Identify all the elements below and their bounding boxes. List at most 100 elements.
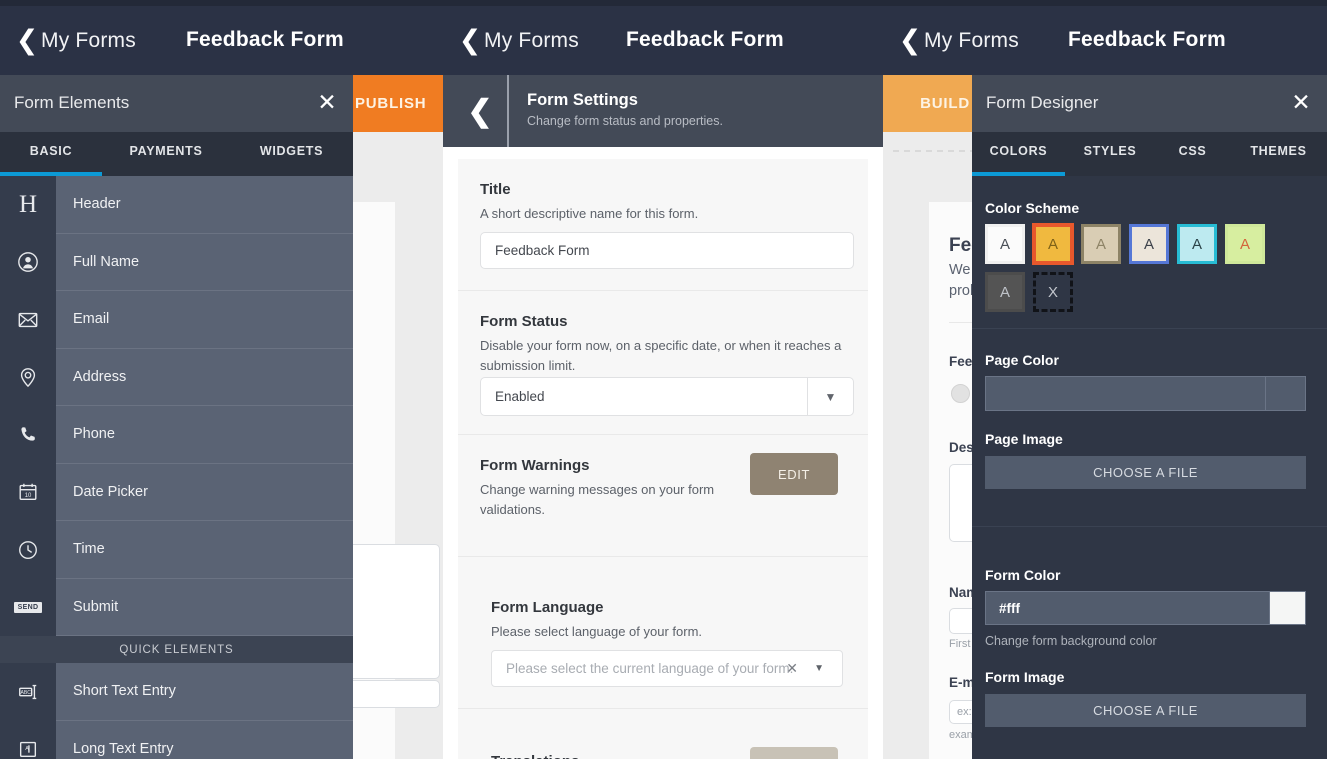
tab-colors[interactable]: COLORS: [972, 144, 1065, 158]
list-item-label: Phone: [56, 406, 353, 464]
color-scheme-swatch-row-2[interactable]: A X: [985, 272, 1073, 312]
form-settings-body[interactable]: Title A short descriptive name for this …: [443, 147, 883, 759]
form-elements-list[interactable]: H Header Full Name Email Address Phone 1…: [0, 176, 353, 759]
page-title: Feedback Form: [186, 28, 344, 51]
form-designer-title: Form Designer: [986, 93, 1099, 112]
edit-translations-button[interactable]: EDIT: [750, 747, 838, 759]
card-heading: Form Warnings: [480, 457, 590, 474]
list-item-full-name[interactable]: Full Name: [0, 233, 353, 291]
form-title-input[interactable]: Feedback Form: [480, 232, 854, 269]
form-status-select[interactable]: Enabled ▼: [480, 377, 854, 416]
appbar-left: ❮ My Forms Feedback Form: [0, 6, 443, 75]
chevron-left-icon[interactable]: ❮: [457, 25, 483, 55]
list-item-label: Date Picker: [56, 463, 353, 521]
list-item-short-text-entry[interactable]: ABC Short Text Entry: [0, 663, 353, 721]
form-color-field-group[interactable]: #fff: [985, 591, 1306, 625]
swatch-green[interactable]: A: [1225, 224, 1265, 264]
pane-form-elements: r s PUBLISH Form Elements ✕ BASIC PAYMEN…: [0, 0, 443, 759]
swatch-cyan[interactable]: A: [1177, 224, 1217, 264]
close-icon[interactable]: ✕: [1289, 91, 1313, 115]
settings-card-status: Form Status Disable your form now, on a …: [458, 291, 868, 435]
preview-desc-line-1: We: [949, 262, 971, 278]
caret-down-icon[interactable]: ▼: [807, 378, 853, 415]
form-settings-title: Form Settings: [527, 91, 638, 109]
edit-warnings-button[interactable]: EDIT: [750, 453, 838, 495]
page-image-choose-button[interactable]: CHOOSE A FILE: [985, 456, 1306, 489]
list-item-label: Header: [56, 176, 353, 234]
page-image-heading: Page Image: [985, 431, 1063, 447]
swatch-orange-selected[interactable]: A: [1033, 224, 1073, 264]
tab-widgets[interactable]: WIDGETS: [230, 144, 353, 158]
form-color-value: #fff: [999, 600, 1020, 616]
pane-form-settings: ❮ Form Settings Change form status and p…: [443, 0, 883, 759]
long-text-icon: A: [0, 720, 56, 759]
svg-text:10: 10: [25, 493, 32, 499]
form-elements-tabbar: BASIC PAYMENTS WIDGETS: [0, 132, 353, 176]
send-button-icon: SEND: [0, 578, 56, 636]
appbar-middle: ❮ My Forms Feedback Form: [443, 6, 883, 75]
tab-themes[interactable]: THEMES: [1230, 144, 1327, 158]
settings-card-warnings: Form Warnings Change warning messages on…: [458, 435, 868, 557]
list-item-header[interactable]: H Header: [0, 176, 353, 234]
form-color-input[interactable]: #fff: [985, 591, 1270, 625]
chevron-left-icon[interactable]: ❮: [14, 25, 40, 55]
list-item-label: Email: [56, 291, 353, 349]
form-designer-body[interactable]: Color Scheme A A A A A A A X Page Color: [972, 176, 1327, 759]
tab-styles[interactable]: STYLES: [1065, 144, 1155, 158]
swatch-tan[interactable]: A: [1081, 224, 1121, 264]
preview-email-placeholder: ex:: [957, 706, 972, 718]
list-item-date-picker[interactable]: 10 Date Picker: [0, 463, 353, 521]
swatch-dark[interactable]: A: [985, 272, 1025, 312]
my-forms-link[interactable]: My Forms: [41, 29, 136, 53]
list-item-email[interactable]: Email: [0, 291, 353, 349]
form-language-select[interactable]: Please select the current language of yo…: [491, 650, 843, 687]
settings-card-title: Title A short descriptive name for this …: [458, 159, 868, 291]
tab-payments[interactable]: PAYMENTS: [102, 144, 230, 158]
screenshot-stage: r s PUBLISH Form Elements ✕ BASIC PAYMEN…: [0, 0, 1327, 759]
card-description: Disable your form now, on a specific dat…: [480, 338, 842, 373]
form-elements-title: Form Elements: [14, 93, 130, 112]
form-color-swatch[interactable]: [1270, 591, 1306, 625]
form-designer-header: Form Designer ✕: [972, 75, 1327, 132]
my-forms-link[interactable]: My Forms: [484, 29, 579, 53]
page-color-swatch[interactable]: [1266, 376, 1306, 411]
preview-radio-option[interactable]: [951, 384, 970, 403]
form-title-input-value: Feedback Form: [495, 243, 590, 258]
list-item-submit[interactable]: SEND Submit: [0, 578, 353, 636]
list-item-label: Address: [56, 348, 353, 406]
card-heading: Title: [480, 181, 511, 198]
card-heading: Form Status: [480, 313, 568, 330]
swatch-white[interactable]: A: [985, 224, 1025, 264]
page-title: Feedback Form: [1068, 28, 1226, 51]
list-item-label: Short Text Entry: [56, 663, 353, 721]
list-item-time[interactable]: Time: [0, 521, 353, 579]
publish-button[interactable]: PUBLISH: [353, 75, 443, 132]
map-pin-icon: [0, 348, 56, 406]
list-item-long-text-entry[interactable]: A Long Text Entry: [0, 720, 353, 759]
build-button[interactable]: BUILD: [883, 75, 973, 132]
form-image-choose-button[interactable]: CHOOSE A FILE: [985, 694, 1306, 727]
short-text-icon: ABC: [0, 663, 56, 721]
tab-css[interactable]: CSS: [1155, 144, 1230, 158]
tab-basic[interactable]: BASIC: [0, 144, 102, 158]
list-item-address[interactable]: Address: [0, 348, 353, 406]
svg-text:ABC: ABC: [21, 690, 32, 696]
preview-label-feedback: Fee: [949, 354, 973, 369]
chevron-left-icon[interactable]: ❮: [897, 25, 923, 55]
page-color-input[interactable]: [985, 376, 1266, 411]
caret-down-icon[interactable]: ▼: [814, 663, 824, 674]
my-forms-link[interactable]: My Forms: [924, 29, 1019, 53]
form-designer-tabbar: COLORS STYLES CSS THEMES: [972, 132, 1327, 176]
clear-x-icon[interactable]: ✕: [786, 660, 798, 677]
chevron-left-icon[interactable]: ❮: [453, 75, 509, 147]
swatch-blue[interactable]: A: [1129, 224, 1169, 264]
quick-elements-section-label: QUICK ELEMENTS: [0, 636, 353, 663]
page-color-field-group[interactable]: [985, 376, 1306, 411]
list-item-phone[interactable]: Phone: [0, 406, 353, 464]
edit-warnings-button-label: EDIT: [777, 466, 810, 482]
color-scheme-swatch-row-1[interactable]: A A A A A A: [985, 224, 1265, 264]
close-icon[interactable]: ✕: [315, 91, 339, 115]
swatch-none[interactable]: X: [1033, 272, 1073, 312]
list-item-label: Time: [56, 521, 353, 579]
form-color-note: Change form background color: [985, 634, 1157, 648]
